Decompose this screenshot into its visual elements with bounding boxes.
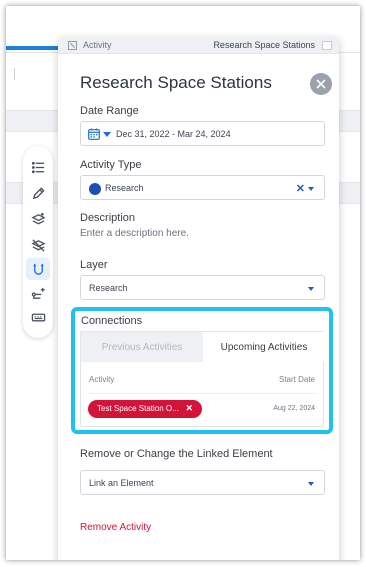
activity-type-label: Activity Type xyxy=(80,159,142,171)
clear-icon[interactable]: ✕ xyxy=(296,182,305,195)
remove-activity-button[interactable]: Remove Activity xyxy=(80,522,151,533)
background-divider-mark xyxy=(14,68,15,80)
layers-add-icon[interactable] xyxy=(26,208,50,230)
layers-hidden-icon[interactable] xyxy=(26,234,50,256)
close-icon xyxy=(316,79,326,89)
pencil-icon[interactable] xyxy=(26,182,50,204)
date-range-value: Dec 31, 2022 - Mar 24, 2024 xyxy=(116,129,231,139)
linked-element-label: Remove or Change the Linked Element xyxy=(80,448,273,460)
linked-activity-chip[interactable]: Test Space Station O... ✕ xyxy=(88,400,202,418)
description-label: Description xyxy=(80,212,136,224)
layer-select[interactable]: Research xyxy=(80,275,325,300)
column-header-activity: Activity xyxy=(89,375,115,384)
connections-table: Previous Activities Upcoming Activities … xyxy=(80,331,325,427)
chevron-down-icon[interactable] xyxy=(308,287,314,291)
connections-section: Connections Previous Activities Upcoming… xyxy=(71,307,333,434)
column-header-start-date: Start Date xyxy=(278,375,315,384)
keyboard-icon[interactable] xyxy=(26,306,50,328)
date-range-field[interactable]: Dec 31, 2022 - Mar 24, 2024 xyxy=(80,121,325,146)
activity-icon xyxy=(68,41,77,50)
activity-type-value: Research xyxy=(105,183,144,193)
link-element-placeholder: Link an Element xyxy=(89,478,154,488)
path-add-icon[interactable] xyxy=(26,282,50,304)
close-button[interactable] xyxy=(310,73,332,95)
connections-label: Connections xyxy=(81,315,143,327)
calendar-icon xyxy=(88,128,100,140)
divider xyxy=(89,393,317,394)
tab-previous-activities[interactable]: Previous Activities xyxy=(81,332,203,362)
chevron-down-icon[interactable] xyxy=(308,187,314,191)
description-input[interactable]: Enter a description here. xyxy=(80,228,189,239)
chevron-down-icon xyxy=(103,132,111,137)
page-title: Research Space Stations xyxy=(80,73,272,92)
tab-upcoming-activities[interactable]: Upcoming Activities xyxy=(203,332,325,362)
activity-type-color-dot xyxy=(89,183,101,195)
panel-header: Activity Research Space Stations xyxy=(58,37,339,54)
panel-header-title: Research Space Stations xyxy=(213,40,315,50)
tool-palette xyxy=(23,146,53,338)
list-icon[interactable] xyxy=(26,156,50,178)
linked-activity-name: Test Space Station O... xyxy=(97,404,179,413)
panel-header-label: Activity xyxy=(83,40,112,50)
background-active-tab-indicator xyxy=(6,46,58,50)
chevron-down-icon[interactable] xyxy=(308,482,314,486)
date-range-label: Date Range xyxy=(80,105,139,117)
linked-activity-start-date: Aug 22, 2024 xyxy=(273,405,315,412)
magnet-icon[interactable] xyxy=(26,258,50,280)
activity-type-select[interactable]: Research ✕ xyxy=(80,175,325,200)
layer-label: Layer xyxy=(80,259,108,271)
link-element-select[interactable]: Link an Element xyxy=(80,470,325,495)
remove-icon[interactable]: ✕ xyxy=(185,403,193,414)
minimize-icon[interactable] xyxy=(322,41,332,50)
app-window: Activity Research Space Stations Researc… xyxy=(6,6,360,560)
layer-value: Research xyxy=(89,283,128,293)
activity-panel: Activity Research Space Stations Researc… xyxy=(58,37,339,560)
